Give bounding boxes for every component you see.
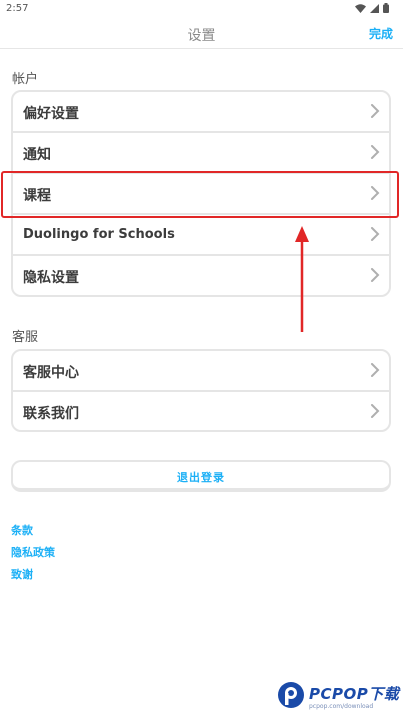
privacy-settings-row[interactable]: 隐私设置 [13, 256, 389, 295]
signal-icon [370, 3, 379, 13]
duolingo-for-schools-label: Duolingo for Schools [23, 227, 175, 242]
support-card: 客服中心 联系我们 [11, 349, 391, 432]
help-center-label: 客服中心 [23, 365, 79, 381]
chevron-right-icon [371, 268, 380, 282]
logout-label: 退出登录 [177, 471, 225, 484]
logout-button[interactable]: 退出登录 [11, 460, 391, 492]
settings-header: 设置 完成 [0, 20, 403, 49]
status-bar: 2:57 [0, 0, 403, 20]
done-button[interactable]: 完成 [369, 25, 393, 42]
chevron-right-icon [371, 145, 380, 159]
notifications-label: 通知 [23, 147, 51, 163]
chevron-right-icon [371, 404, 380, 418]
acknowledgements-link[interactable]: 致谢 [11, 566, 33, 582]
status-icons [355, 3, 389, 13]
terms-link[interactable]: 条款 [11, 522, 33, 538]
privacy-settings-label: 隐私设置 [23, 270, 79, 286]
wifi-icon [355, 3, 366, 13]
chevron-right-icon [371, 227, 380, 241]
preferences-row[interactable]: 偏好设置 [13, 92, 389, 133]
pcpop-logo-icon [278, 682, 304, 708]
watermark-subtitle: pcpop.com/download [309, 703, 374, 710]
contact-us-label: 联系我们 [23, 406, 79, 422]
privacy-policy-link[interactable]: 隐私政策 [11, 544, 55, 560]
duolingo-for-schools-row[interactable]: Duolingo for Schools [13, 215, 389, 256]
watermark-text: PCPOP下载 [309, 685, 400, 703]
watermark: PCPOP下载 pcpop.com/download [276, 676, 401, 716]
battery-icon [383, 3, 389, 13]
support-section-label: 客服 [12, 330, 39, 345]
help-center-row[interactable]: 客服中心 [13, 351, 389, 392]
status-time: 2:57 [6, 3, 29, 14]
contact-us-row[interactable]: 联系我们 [13, 392, 389, 430]
chevron-right-icon [371, 363, 380, 377]
page-title: 设置 [187, 28, 216, 44]
preferences-label: 偏好设置 [23, 106, 79, 122]
account-section-label: 帐户 [12, 72, 39, 87]
annotation-arrow-icon [295, 226, 309, 332]
notifications-row[interactable]: 通知 [13, 133, 389, 174]
courses-highlight-box [1, 171, 399, 218]
chevron-right-icon [371, 104, 380, 118]
